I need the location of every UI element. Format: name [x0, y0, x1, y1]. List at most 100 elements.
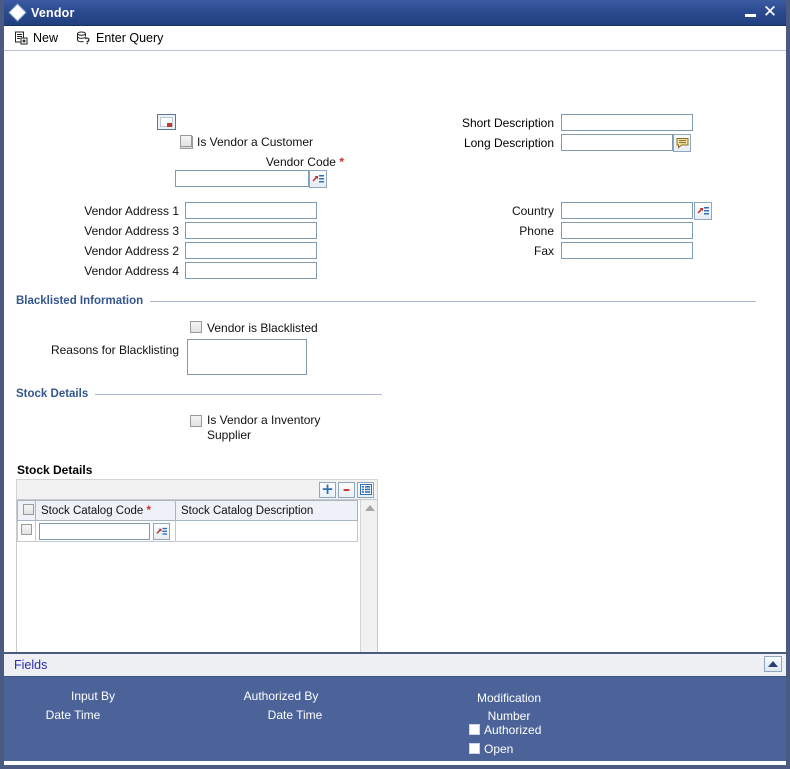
image-placeholder-icon: [157, 114, 176, 130]
long-description-editor-button[interactable]: [673, 134, 691, 152]
vendor-code-lov-button[interactable]: [309, 170, 327, 188]
collapse-up-icon: [768, 661, 778, 667]
long-description-label: Long Description: [463, 136, 554, 150]
close-icon: ✕: [762, 2, 778, 22]
new-button[interactable]: New: [14, 31, 58, 45]
window-title: Vendor: [31, 5, 75, 20]
is-inventory-supplier-checkbox[interactable]: [190, 415, 202, 427]
authorized-date-time-label: Date Time: [267, 708, 323, 722]
column-header-stock-catalog-description[interactable]: Stock Catalog Description: [175, 500, 358, 521]
grid-view-button[interactable]: [357, 481, 374, 498]
add-row-button[interactable]: +: [319, 480, 336, 498]
lov-icon: [696, 207, 709, 215]
select-all-checkbox[interactable]: [23, 503, 34, 515]
minimize-button[interactable]: [740, 3, 760, 23]
open-checkbox[interactable]: [469, 743, 480, 754]
vendor-code-input[interactable]: [175, 170, 309, 187]
vendor-is-blacklisted-row: Vendor is Blacklisted: [190, 321, 318, 335]
scroll-up-icon[interactable]: [365, 505, 375, 511]
stock-section-title: Stock Details: [16, 388, 89, 400]
database-query-icon: [76, 31, 91, 45]
authorized-checkbox[interactable]: [469, 724, 480, 735]
fax-label: Fax: [533, 244, 554, 258]
vendor-is-blacklisted-checkbox[interactable]: [190, 321, 202, 333]
short-description-input[interactable]: [561, 114, 693, 131]
new-button-label: New: [33, 31, 59, 45]
stock-section-header: Stock Details: [16, 388, 382, 400]
phone-input[interactable]: [561, 222, 693, 239]
blacklisted-section-header: Blacklisted Information: [16, 295, 756, 307]
is-vendor-customer-checkbox[interactable]: [180, 135, 192, 147]
is-vendor-customer-label: Is Vendor a Customer: [197, 135, 314, 149]
input-by-label: Input By: [70, 689, 116, 703]
phone-label: Phone: [519, 224, 554, 238]
image-dot: [167, 123, 172, 127]
vendor-is-blacklisted-label: Vendor is Blacklisted: [207, 321, 318, 335]
plus-icon: +: [321, 480, 334, 498]
is-inventory-supplier-label: Is Vendor a Inventory Supplier: [207, 413, 321, 442]
fields-link[interactable]: Fields: [14, 658, 47, 672]
reasons-for-blacklisting-input[interactable]: [187, 339, 307, 375]
vendor-address-3-input[interactable]: [185, 242, 317, 259]
vendor-code-label: Vendor Code: [265, 155, 336, 169]
diamond-icon: [9, 4, 26, 21]
lov-icon: [156, 527, 167, 535]
reasons-for-blacklisting-label: Reasons for Blacklisting: [50, 343, 179, 357]
vendor-code-required-marker: *: [339, 155, 344, 169]
short-description-label: Short Description: [461, 116, 554, 130]
modification-number-label: Modification Number: [476, 691, 542, 723]
minimize-icon: [744, 14, 756, 17]
delete-row-button[interactable]: –: [338, 480, 355, 498]
authorized-row: Authorized: [469, 723, 541, 737]
vendor-address-4-label: Vendor Address 4: [84, 264, 179, 278]
column-header-required-marker: *: [146, 504, 151, 517]
row-select-checkbox[interactable]: [21, 524, 32, 535]
grid-vertical-scrollbar[interactable]: [360, 500, 377, 652]
vendor-address-4-input[interactable]: [185, 262, 317, 279]
collapse-button[interactable]: [764, 656, 782, 672]
grid-body: Stock Catalog Code * Stock Catalog Descr…: [16, 499, 378, 652]
action-toolbar: New Enter Query: [4, 26, 786, 51]
column-header-stock-catalog-code-label: Stock Catalog Code: [41, 504, 144, 517]
input-date-time-label: Date Time: [45, 708, 101, 722]
row-select-cell[interactable]: [17, 520, 36, 542]
cell-stock-catalog-description[interactable]: [175, 520, 358, 542]
open-row: Open: [469, 742, 513, 756]
cell-stock-catalog-code[interactable]: [35, 520, 176, 542]
minus-icon: –: [342, 480, 351, 498]
new-document-icon: [14, 31, 28, 45]
vendor-address-2-input[interactable]: [185, 222, 317, 239]
vendor-address-3-label: Vendor Address 3: [84, 224, 179, 238]
country-input[interactable]: [561, 202, 693, 219]
fields-bar: Fields: [4, 652, 786, 676]
open-label: Open: [484, 742, 514, 756]
select-all-header[interactable]: [17, 500, 36, 521]
table-header-row: Stock Catalog Code * Stock Catalog Descr…: [17, 500, 358, 521]
stock-catalog-code-lov-button[interactable]: [153, 522, 171, 540]
enter-query-button[interactable]: Enter Query: [76, 31, 163, 45]
stock-grid-caption: Stock Details: [17, 463, 93, 477]
comment-icon: [676, 138, 688, 149]
is-vendor-customer-row: Is Vendor a Customer: [180, 135, 313, 149]
country-label: Country: [511, 204, 554, 218]
grid-icon: [359, 484, 372, 495]
enter-query-button-label: Enter Query: [96, 31, 164, 45]
table-row[interactable]: [17, 520, 358, 542]
vendor-address-1-input[interactable]: [185, 202, 317, 219]
vendor-window: Vendor ✕ New Enter Query Is Vendor a Cus…: [0, 0, 790, 769]
vendor-code-label-wrap: Vendor Code *: [154, 155, 344, 169]
close-button[interactable]: ✕: [760, 3, 780, 23]
fax-input[interactable]: [561, 242, 693, 259]
column-header-stock-catalog-code[interactable]: Stock Catalog Code *: [35, 500, 176, 521]
authorized-label: Authorized: [484, 723, 542, 737]
vendor-address-2-label: Vendor Address 2: [84, 244, 179, 258]
is-inventory-supplier-row: Is Vendor a Inventory Supplier: [190, 413, 350, 443]
stock-details-grid: + – Stock Catalog Code * Stock Catalog D…: [16, 479, 378, 652]
stock-table: Stock Catalog Code * Stock Catalog Descr…: [17, 500, 358, 542]
blacklisted-section-line: [150, 300, 756, 302]
stock-section-line: [95, 393, 382, 395]
stock-catalog-code-input[interactable]: [39, 522, 150, 540]
vendor-image-placeholder[interactable]: [157, 114, 176, 130]
country-lov-button[interactable]: [694, 202, 712, 220]
long-description-input[interactable]: [561, 134, 673, 151]
